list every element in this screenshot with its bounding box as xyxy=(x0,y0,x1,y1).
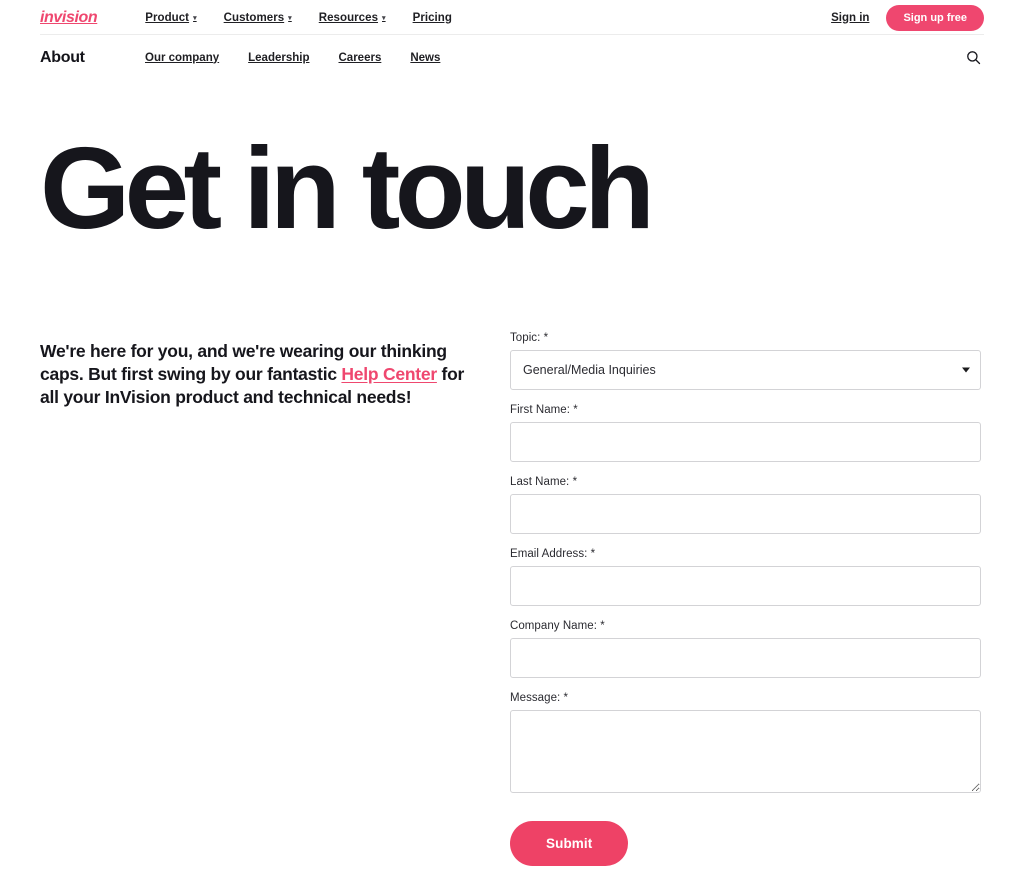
first-name-input[interactable] xyxy=(510,421,981,462)
submit-row: Submit xyxy=(510,820,981,866)
page-title: Get in touch xyxy=(40,123,655,253)
hero-section: Get in touch xyxy=(0,80,1024,246)
nav-item-customers[interactable]: Customers ▾ xyxy=(224,12,292,24)
required-asterisk: * xyxy=(573,403,578,416)
nav-item-resources-label: Resources xyxy=(318,11,379,24)
intro-paragraph: We're here for you, and we're wearing ou… xyxy=(40,340,470,409)
search-button[interactable] xyxy=(962,47,984,69)
nav-item-product-label: Product xyxy=(145,11,190,24)
nav-item-product[interactable]: Product ▾ xyxy=(145,12,196,24)
label-message: Message: * xyxy=(510,692,981,704)
required-asterisk: * xyxy=(600,619,605,632)
nav-item-resources[interactable]: Resources ▾ xyxy=(319,12,386,24)
nav-item-pricing-label: Pricing xyxy=(412,11,452,24)
nav-item-customers-label: Customers xyxy=(223,11,285,24)
field-message: Message: * xyxy=(510,692,981,793)
help-center-link[interactable]: Help Center xyxy=(341,364,437,384)
label-company-text: Company Name: xyxy=(510,619,597,632)
chevron-down-icon: ▾ xyxy=(382,15,386,22)
field-last-name: Last Name: * xyxy=(510,476,981,534)
topic-select-wrapper: General/Media Inquiries xyxy=(510,349,981,390)
section-title-about: About xyxy=(40,48,85,66)
search-icon xyxy=(966,51,980,65)
contact-form: Topic: * General/Media Inquiries First N… xyxy=(510,332,981,866)
subnav-item-leadership[interactable]: Leadership xyxy=(248,52,309,64)
chevron-down-icon: ▾ xyxy=(193,15,197,22)
sign-in-link[interactable]: Sign in xyxy=(831,12,869,24)
label-company: Company Name: * xyxy=(510,620,981,632)
field-email: Email Address: * xyxy=(510,548,981,606)
label-topic: Topic: * xyxy=(510,332,981,344)
required-asterisk: * xyxy=(590,547,596,560)
invision-logo[interactable]: invision xyxy=(40,9,98,26)
last-name-input[interactable] xyxy=(510,493,981,534)
field-company: Company Name: * xyxy=(510,620,981,678)
label-first-name: First Name: * xyxy=(510,404,981,416)
subnav-item-news[interactable]: News xyxy=(410,52,440,64)
required-asterisk: * xyxy=(543,331,549,344)
field-topic: Topic: * General/Media Inquiries xyxy=(510,332,981,390)
label-message-text: Message: xyxy=(510,691,561,704)
section-navbar: About Our company Leadership Careers New… xyxy=(0,35,1024,80)
primary-nav-actions: Sign in Sign up free xyxy=(831,4,984,31)
company-name-input[interactable] xyxy=(510,637,981,678)
subnav-item-careers[interactable]: Careers xyxy=(339,52,382,64)
field-first-name: First Name: * xyxy=(510,404,981,462)
label-topic-text: Topic: xyxy=(510,331,541,344)
sign-up-free-button[interactable]: Sign up free xyxy=(886,4,984,31)
primary-nav-links: Product ▾ Customers ▾ Resources ▾ Pricin… xyxy=(145,12,452,24)
chevron-down-icon: ▾ xyxy=(288,15,292,22)
message-textarea[interactable] xyxy=(510,709,981,793)
required-asterisk: * xyxy=(563,691,569,704)
label-last-name-text: Last Name: xyxy=(510,475,570,488)
label-email: Email Address: * xyxy=(510,548,981,560)
submit-button[interactable]: Submit xyxy=(510,820,629,866)
section-nav-links: Our company Leadership Careers News xyxy=(145,52,440,64)
required-asterisk: * xyxy=(572,475,578,488)
topic-select[interactable]: General/Media Inquiries xyxy=(510,349,981,390)
label-first-name-text: First Name: xyxy=(510,403,570,416)
label-last-name: Last Name: * xyxy=(510,476,981,488)
content-area: We're here for you, and we're wearing ou… xyxy=(0,332,1024,866)
intro-column: We're here for you, and we're wearing ou… xyxy=(40,332,470,409)
subnav-item-our-company[interactable]: Our company xyxy=(145,52,219,64)
nav-item-pricing[interactable]: Pricing xyxy=(413,12,452,24)
label-email-text: Email Address: xyxy=(510,547,588,560)
email-input[interactable] xyxy=(510,565,981,606)
primary-navbar: invision Product ▾ Customers ▾ Resources… xyxy=(0,0,1024,35)
